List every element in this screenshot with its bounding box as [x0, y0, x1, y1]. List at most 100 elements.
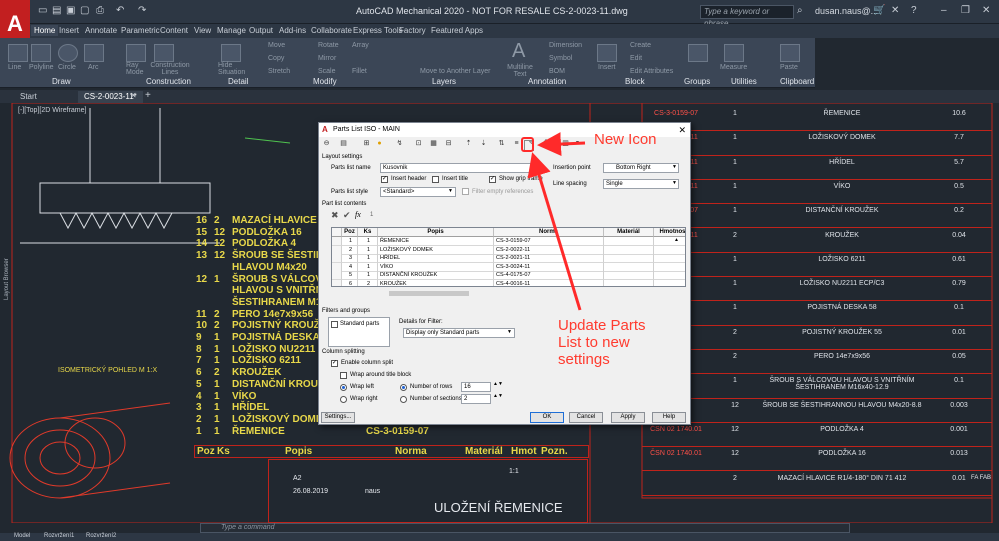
right-parts-list[interactable]: CS-3-0159-071ŘEMENICE10.6CS-2-0022-111LO…: [642, 107, 992, 496]
close-icon[interactable]: ✕: [982, 5, 990, 16]
save-as-icon[interactable]: ▢: [80, 5, 89, 16]
stretch-button[interactable]: Stretch: [268, 68, 290, 75]
print-icon[interactable]: ⎙: [96, 5, 104, 16]
grid-header[interactable]: Materiál: [604, 228, 654, 237]
grid-cell[interactable]: [604, 279, 654, 286]
new-tab-icon[interactable]: +: [145, 90, 151, 101]
panel-layers[interactable]: Layers: [432, 77, 456, 86]
arc-icon[interactable]: [84, 44, 104, 62]
wrap-title-checkbox[interactable]: [340, 372, 347, 379]
move-down-icon[interactable]: ⇣: [479, 139, 488, 148]
undo-icon[interactable]: ↶: [116, 5, 124, 16]
standard-parts-checkbox[interactable]: [331, 321, 338, 328]
grid-header[interactable]: Popis: [378, 228, 494, 237]
user-account[interactable]: dusan.naus@...: [815, 6, 878, 16]
insert-header-checkbox[interactable]: ✓: [381, 176, 388, 183]
tab-manage[interactable]: Manage: [217, 26, 246, 35]
multiline-text-button[interactable]: Multiline Text: [505, 64, 535, 78]
tab-add-ins[interactable]: Add-ins: [279, 26, 306, 35]
tab-factory[interactable]: Factory: [399, 26, 426, 35]
search-input[interactable]: Type a keyword or phrase: [700, 5, 794, 28]
grid-header[interactable]: Norma: [494, 228, 604, 237]
circle-button[interactable]: Circle: [58, 64, 76, 71]
create-block-button[interactable]: Create: [630, 42, 651, 49]
close-tab-icon[interactable]: ✕: [130, 91, 137, 100]
collapse-icon[interactable]: ≡: [512, 139, 521, 148]
command-line-input[interactable]: Type a command: [200, 523, 850, 533]
grid-header[interactable]: Hmotnost: [654, 228, 685, 237]
standard-parts-list[interactable]: Standard parts: [328, 317, 390, 347]
tab-insert[interactable]: Insert: [59, 26, 79, 35]
grid-cell[interactable]: 2: [358, 279, 378, 286]
grid-horizontal-scrollbar[interactable]: [389, 291, 469, 296]
insertion-dropdown-icon[interactable]: ▼: [672, 164, 677, 170]
multiline-text-icon[interactable]: A: [512, 40, 525, 63]
construction-lines-button[interactable]: Construction Lines: [150, 62, 190, 76]
tab-home[interactable]: Home: [31, 25, 59, 36]
grid-header[interactable]: Poz: [342, 228, 358, 237]
filter-select[interactable]: Display only Standard parts: [403, 328, 515, 338]
insert-block-button[interactable]: Insert: [598, 64, 616, 71]
renumber-icon[interactable]: ⇅: [497, 139, 506, 148]
filter-empty-checkbox[interactable]: [462, 188, 469, 195]
formula-icon[interactable]: fx: [355, 210, 361, 219]
measure-button[interactable]: Measure: [720, 64, 747, 71]
number-of-rows-input[interactable]: 16: [461, 382, 491, 392]
tab-content[interactable]: Content: [160, 26, 188, 35]
ray-icon[interactable]: [126, 44, 146, 62]
line-icon[interactable]: [8, 44, 28, 62]
restore-icon[interactable]: ❐: [961, 5, 970, 16]
wrap-left-radio[interactable]: [340, 384, 347, 391]
delete-row-icon[interactable]: ⊟: [444, 139, 453, 148]
doc-tab-start[interactable]: Start: [14, 91, 43, 103]
filter-icon[interactable]: ⊞: [362, 139, 371, 148]
measure-icon[interactable]: [724, 44, 744, 62]
insert-title-checkbox[interactable]: [432, 176, 439, 183]
spacing-dropdown-icon[interactable]: ▼: [672, 180, 677, 186]
grid-header[interactable]: Ks: [358, 228, 378, 237]
grid-scroll-up-icon[interactable]: ▲: [674, 237, 679, 243]
redo-icon[interactable]: ↷: [138, 5, 146, 16]
line-button[interactable]: Line: [8, 64, 21, 71]
filter-dropdown-icon[interactable]: ▼: [507, 329, 512, 335]
panel-construction[interactable]: Construction: [146, 77, 191, 86]
group-icon[interactable]: [688, 44, 708, 62]
tab-featured-apps[interactable]: Featured Apps: [431, 26, 483, 35]
open-icon[interactable]: ▤: [52, 5, 61, 16]
dimension-button[interactable]: Dimension: [549, 42, 582, 49]
rotate-button[interactable]: Rotate: [318, 42, 339, 49]
apply-button[interactable]: Apply: [611, 412, 645, 423]
mirror-button[interactable]: Mirror: [318, 55, 336, 62]
edit-attributes-button[interactable]: Edit Attributes: [630, 68, 673, 75]
paste-icon[interactable]: [780, 44, 800, 62]
help-button[interactable]: Help: [652, 412, 686, 423]
parts-list-name-input[interactable]: Kusovnik: [380, 163, 538, 173]
number-of-sections-input[interactable]: 2: [461, 394, 491, 404]
panel-groups[interactable]: Groups: [684, 77, 710, 86]
insert-block-icon[interactable]: [597, 44, 617, 62]
edit-block-button[interactable]: Edit: [630, 55, 642, 62]
layout-browser-label[interactable]: Layout Browser: [4, 258, 10, 300]
cancel-edit-icon[interactable]: ✖: [331, 210, 339, 221]
layout2-tab[interactable]: Rozvržení2: [86, 533, 116, 539]
scale-button[interactable]: Scale: [318, 68, 336, 75]
save-icon[interactable]: ▣: [66, 5, 75, 16]
hide-situation-button[interactable]: Hide Situation: [218, 62, 245, 76]
move-to-layer-button[interactable]: Move to Another Layer: [420, 68, 490, 75]
model-tab[interactable]: Model: [14, 533, 30, 539]
tab-express-tools[interactable]: Express Tools: [353, 26, 403, 35]
sort-icon[interactable]: ↯: [395, 139, 404, 148]
grid-cell[interactable]: CS-4-0016-11: [494, 279, 604, 286]
tab-output[interactable]: Output: [249, 26, 273, 35]
ok-button[interactable]: OK: [530, 412, 564, 423]
parts-list-style-select[interactable]: <Standard>: [380, 187, 456, 197]
enable-split-checkbox[interactable]: ✓: [331, 360, 338, 367]
new-file-icon[interactable]: ▭: [38, 5, 47, 16]
panel-detail[interactable]: Detail: [228, 77, 248, 86]
move-button[interactable]: Move: [268, 42, 285, 49]
dropdown-icon[interactable]: ▼: [573, 139, 582, 148]
parts-list-icon[interactable]: ⊖: [322, 139, 331, 148]
polyline-icon[interactable]: [31, 44, 51, 62]
circle-icon[interactable]: [58, 44, 78, 62]
bom-button[interactable]: BOM: [549, 68, 565, 75]
